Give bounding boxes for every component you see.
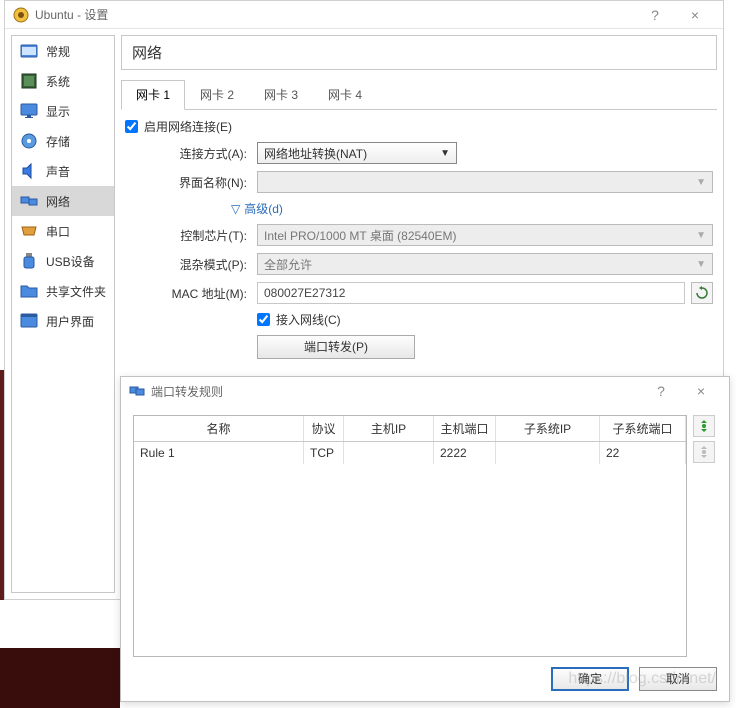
dialog-help-button[interactable]: ? — [641, 383, 681, 399]
app-icon — [13, 7, 29, 23]
tab-adapter-3[interactable]: 网卡 3 — [249, 80, 313, 109]
attached-to-value: 网络地址转换(NAT) — [264, 145, 367, 162]
port-forwarding-dialog: 端口转发规则 ? × 名称 协议 主机IP 主机端口 子系统IP 子系统端口 R… — [120, 376, 730, 702]
dialog-icon — [129, 383, 145, 399]
audio-icon — [20, 162, 38, 180]
sidebar-item-label: 网络 — [46, 193, 70, 210]
col-name[interactable]: 名称 — [134, 416, 304, 441]
col-host-port[interactable]: 主机端口 — [434, 416, 496, 441]
cell-host-port[interactable]: 2222 — [434, 442, 496, 464]
network-icon — [20, 192, 38, 210]
sidebar-item-usb[interactable]: USB设备 — [12, 246, 114, 276]
sidebar-item-serial[interactable]: 串口 — [12, 216, 114, 246]
sidebar-item-general[interactable]: 常规 — [12, 36, 114, 66]
sidebar-item-storage[interactable]: 存储 — [12, 126, 114, 156]
attached-to-label: 连接方式(A): — [151, 145, 247, 162]
cell-host-ip[interactable] — [344, 442, 434, 464]
sidebar-item-label: 常规 — [46, 43, 70, 60]
tab-adapter-1[interactable]: 网卡 1 — [121, 80, 185, 110]
col-protocol[interactable]: 协议 — [304, 416, 344, 441]
table-row[interactable]: Rule 1 TCP 2222 22 — [134, 442, 686, 464]
help-button[interactable]: ? — [635, 7, 675, 23]
col-guest-ip[interactable]: 子系统IP — [496, 416, 600, 441]
window-title: Ubuntu - 设置 — [35, 6, 635, 23]
system-icon — [20, 72, 38, 90]
cable-connected-checkbox[interactable] — [257, 313, 270, 326]
promisc-label: 混杂模式(P): — [151, 256, 247, 273]
content-title: 网络 — [121, 35, 717, 70]
adapter-tabs: 网卡 1 网卡 2 网卡 3 网卡 4 — [121, 80, 717, 110]
adapter-type-label: 控制芯片(T): — [151, 227, 247, 244]
chevron-down-icon: ▼ — [440, 148, 450, 159]
table-header: 名称 协议 主机IP 主机端口 子系统IP 子系统端口 — [134, 416, 686, 442]
sidebar-item-system[interactable]: 系统 — [12, 66, 114, 96]
chevron-down-icon: ▼ — [696, 259, 706, 270]
mac-refresh-button[interactable] — [691, 282, 713, 304]
rules-table[interactable]: 名称 协议 主机IP 主机端口 子系统IP 子系统端口 Rule 1 TCP 2… — [133, 415, 687, 657]
enable-adapter-checkbox[interactable] — [125, 120, 138, 133]
sidebar-item-ui[interactable]: 用户界面 — [12, 306, 114, 336]
dialog-title: 端口转发规则 — [151, 383, 641, 400]
cell-guest-ip[interactable] — [496, 442, 600, 464]
close-button[interactable]: × — [675, 7, 715, 23]
tab-adapter-2[interactable]: 网卡 2 — [185, 80, 249, 109]
col-host-ip[interactable]: 主机IP — [344, 416, 434, 441]
advanced-label: 高级(d) — [244, 200, 283, 217]
refresh-icon — [695, 286, 709, 300]
add-rule-button[interactable] — [693, 415, 715, 437]
promisc-field[interactable]: 全部允许▼ — [257, 253, 713, 275]
sidebar-item-shared[interactable]: 共享文件夹 — [12, 276, 114, 306]
sidebar-item-label: 共享文件夹 — [46, 283, 106, 300]
general-icon — [20, 42, 38, 60]
dialog-titlebar: 端口转发规则 ? × — [121, 377, 729, 405]
ok-button[interactable]: 确定 — [551, 667, 629, 691]
storage-icon — [20, 132, 38, 150]
settings-sidebar: 常规 系统 显示 存储 声音 网络 串口 USB设备 共享文件夹 用户界面 — [11, 35, 115, 593]
serial-icon — [20, 222, 38, 240]
sidebar-item-label: 用户界面 — [46, 313, 94, 330]
folder-icon — [20, 282, 38, 300]
plus-icon — [697, 419, 711, 433]
sidebar-item-network[interactable]: 网络 — [12, 186, 114, 216]
mac-label: MAC 地址(M): — [151, 285, 247, 302]
minus-icon — [697, 445, 711, 459]
chevron-down-icon: ▼ — [696, 177, 706, 188]
sidebar-item-label: USB设备 — [46, 253, 95, 270]
sidebar-item-label: 系统 — [46, 73, 70, 90]
sidebar-item-label: 存储 — [46, 133, 70, 150]
tab-adapter-4[interactable]: 网卡 4 — [313, 80, 377, 109]
cell-guest-port[interactable]: 22 — [600, 442, 686, 464]
ifname-label: 界面名称(N): — [151, 174, 247, 191]
cell-protocol[interactable]: TCP — [304, 442, 344, 464]
sidebar-item-audio[interactable]: 声音 — [12, 156, 114, 186]
chevron-down-icon: ▽ — [231, 202, 240, 216]
advanced-toggle[interactable]: ▽ 高级(d) — [231, 200, 713, 217]
port-forwarding-button[interactable]: 端口转发(P) — [257, 335, 415, 359]
cancel-button[interactable]: 取消 — [639, 667, 717, 691]
dialog-close-button[interactable]: × — [681, 383, 721, 399]
mac-address-field[interactable]: 080027E27312 — [257, 282, 685, 304]
display-icon — [20, 102, 38, 120]
rule-actions — [693, 415, 717, 657]
cell-name[interactable]: Rule 1 — [134, 442, 304, 464]
chevron-down-icon: ▼ — [696, 230, 706, 241]
usb-icon — [20, 252, 38, 270]
col-guest-port[interactable]: 子系统端口 — [600, 416, 686, 441]
ui-icon — [20, 312, 38, 330]
attached-to-combo[interactable]: 网络地址转换(NAT) ▼ — [257, 142, 457, 164]
enable-adapter-label: 启用网络连接(E) — [144, 118, 232, 135]
cable-connected-label: 接入网线(C) — [276, 311, 341, 328]
sidebar-item-label: 显示 — [46, 103, 70, 120]
sidebar-item-display[interactable]: 显示 — [12, 96, 114, 126]
remove-rule-button[interactable] — [693, 441, 715, 463]
sidebar-item-label: 串口 — [46, 223, 70, 240]
settings-titlebar: Ubuntu - 设置 ? × — [5, 1, 723, 29]
ifname-field: ▼ — [257, 171, 713, 193]
sidebar-item-label: 声音 — [46, 163, 70, 180]
adapter-type-field[interactable]: Intel PRO/1000 MT 桌面 (82540EM)▼ — [257, 224, 713, 246]
